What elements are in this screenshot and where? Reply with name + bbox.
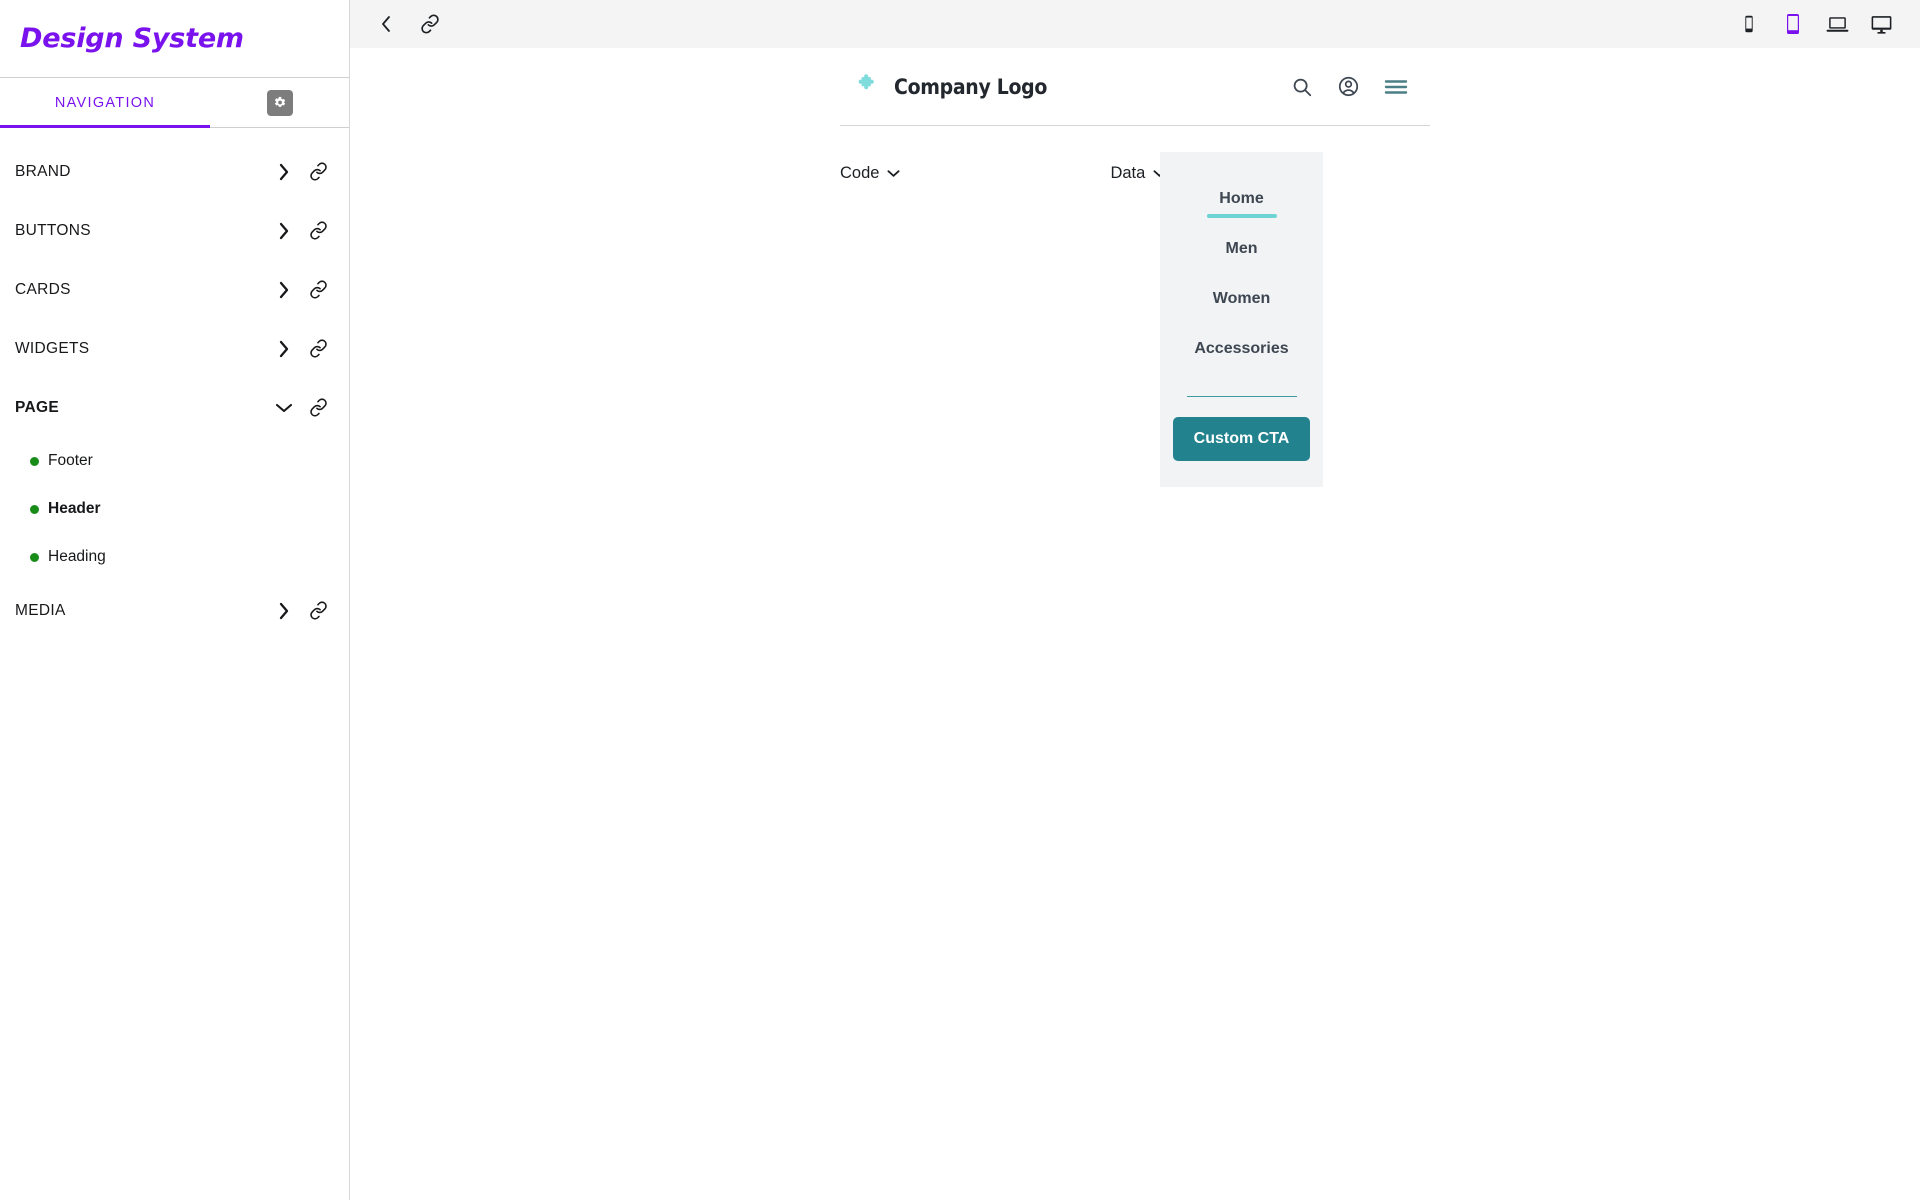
- sidebar-group-page-label: PAGE: [15, 398, 59, 416]
- menu-item-home[interactable]: Home: [1160, 174, 1323, 224]
- sidebar-page-item-footer-label: Footer: [48, 452, 93, 469]
- menu-icon[interactable]: [1384, 77, 1408, 97]
- laptop-icon[interactable]: [1820, 7, 1854, 41]
- device-size-switcher: [1732, 7, 1898, 41]
- mobile-icon[interactable]: [1732, 7, 1766, 41]
- chevron-right-icon[interactable]: [267, 163, 301, 181]
- nav-menu-panel: Home Men Women Accessories Custom CTA: [1160, 152, 1323, 487]
- sidebar-group-buttons-label: BUTTONS: [15, 221, 91, 239]
- sidebar-group-media[interactable]: MEDIA: [0, 581, 349, 640]
- app-title: Design System: [20, 23, 244, 54]
- sidebar-group-widgets-label: WIDGETS: [15, 339, 90, 357]
- sidebar-group-widgets[interactable]: WIDGETS: [0, 319, 349, 378]
- sidebar-group-brand-label: BRAND: [15, 162, 71, 180]
- sidebar-group-buttons[interactable]: BUTTONS: [0, 201, 349, 260]
- menu-divider: [1186, 396, 1297, 397]
- custom-cta-button[interactable]: Custom CTA: [1172, 417, 1311, 461]
- tablet-icon[interactable]: [1776, 7, 1810, 41]
- top-toolbar: [350, 0, 1920, 48]
- sidebar-page-item-heading[interactable]: Heading: [0, 533, 349, 581]
- link-icon[interactable]: [301, 162, 335, 181]
- link-icon[interactable]: [301, 601, 335, 620]
- account-icon[interactable]: [1337, 75, 1360, 98]
- link-icon[interactable]: [301, 339, 335, 358]
- preview-frame: Company Logo Code Data Home Men Women Ac…: [840, 48, 1430, 546]
- chevron-down-icon: [887, 164, 900, 183]
- preview-body: Code Data Home Men Women Accessories Cus…: [840, 126, 1430, 546]
- sidebar-page-item-footer[interactable]: Footer: [0, 437, 349, 485]
- data-dropdown[interactable]: Data: [1110, 164, 1166, 183]
- app-root: Design System NAVIGATION BRAND BUTTONS C…: [0, 0, 1920, 1200]
- sidebar-page-item-heading-label: Heading: [48, 548, 106, 565]
- link-icon[interactable]: [408, 4, 452, 44]
- chevron-left-icon[interactable]: [364, 4, 408, 44]
- sidebar-group-cards[interactable]: CARDS: [0, 260, 349, 319]
- chevron-right-icon[interactable]: [267, 602, 301, 620]
- link-icon[interactable]: [301, 280, 335, 299]
- tab-navigation-label: NAVIGATION: [54, 94, 156, 111]
- menu-item-men[interactable]: Men: [1160, 224, 1323, 274]
- menu-item-accessories[interactable]: Accessories: [1160, 324, 1323, 374]
- sidebar-group-page[interactable]: PAGE: [0, 378, 349, 437]
- logo[interactable]: Company Logo: [856, 72, 1047, 101]
- chevron-right-icon[interactable]: [267, 281, 301, 299]
- search-icon[interactable]: [1291, 76, 1313, 98]
- link-icon[interactable]: [301, 398, 335, 417]
- site-header-icons: [1291, 75, 1408, 98]
- chevron-right-icon[interactable]: [267, 340, 301, 358]
- sidebar-header: Design System: [0, 0, 349, 78]
- preview-canvas: Company Logo Code Data Home Men Women Ac…: [350, 48, 1920, 1200]
- sidebar-group-brand[interactable]: BRAND: [0, 142, 349, 201]
- preview-toggles: Code Data: [840, 126, 1430, 183]
- company-name: Company Logo: [894, 74, 1048, 99]
- status-dot-icon: [30, 456, 39, 466]
- code-dropdown-label: Code: [840, 164, 880, 182]
- sidebar-page-item-header[interactable]: Header: [0, 485, 349, 533]
- gear-icon: [266, 89, 293, 116]
- sidebar-group-media-label: MEDIA: [15, 601, 66, 619]
- main-area: Company Logo Code Data Home Men Women Ac…: [350, 0, 1920, 1200]
- puzzle-piece-icon: [856, 72, 880, 101]
- sidebar-group-cards-label: CARDS: [15, 280, 71, 298]
- chevron-right-icon[interactable]: [267, 222, 301, 240]
- menu-item-women[interactable]: Women: [1160, 274, 1323, 324]
- code-dropdown[interactable]: Code: [840, 164, 900, 183]
- preview-site-header: Company Logo: [840, 48, 1430, 126]
- sidebar-nav-list: BRAND BUTTONS CARDS WIDGETS PAGE Footer …: [0, 128, 349, 640]
- desktop-icon[interactable]: [1864, 7, 1898, 41]
- sidebar-page-item-header-label: Header: [48, 500, 101, 517]
- sidebar-tabs: NAVIGATION: [0, 78, 349, 128]
- status-dot-icon: [30, 552, 39, 562]
- data-dropdown-label: Data: [1110, 164, 1146, 182]
- tab-settings[interactable]: [210, 78, 349, 127]
- status-dot-icon: [30, 504, 39, 514]
- sidebar: Design System NAVIGATION BRAND BUTTONS C…: [0, 0, 350, 1200]
- link-icon[interactable]: [301, 221, 335, 240]
- chevron-down-icon[interactable]: [267, 402, 301, 414]
- tab-navigation[interactable]: NAVIGATION: [0, 78, 210, 128]
